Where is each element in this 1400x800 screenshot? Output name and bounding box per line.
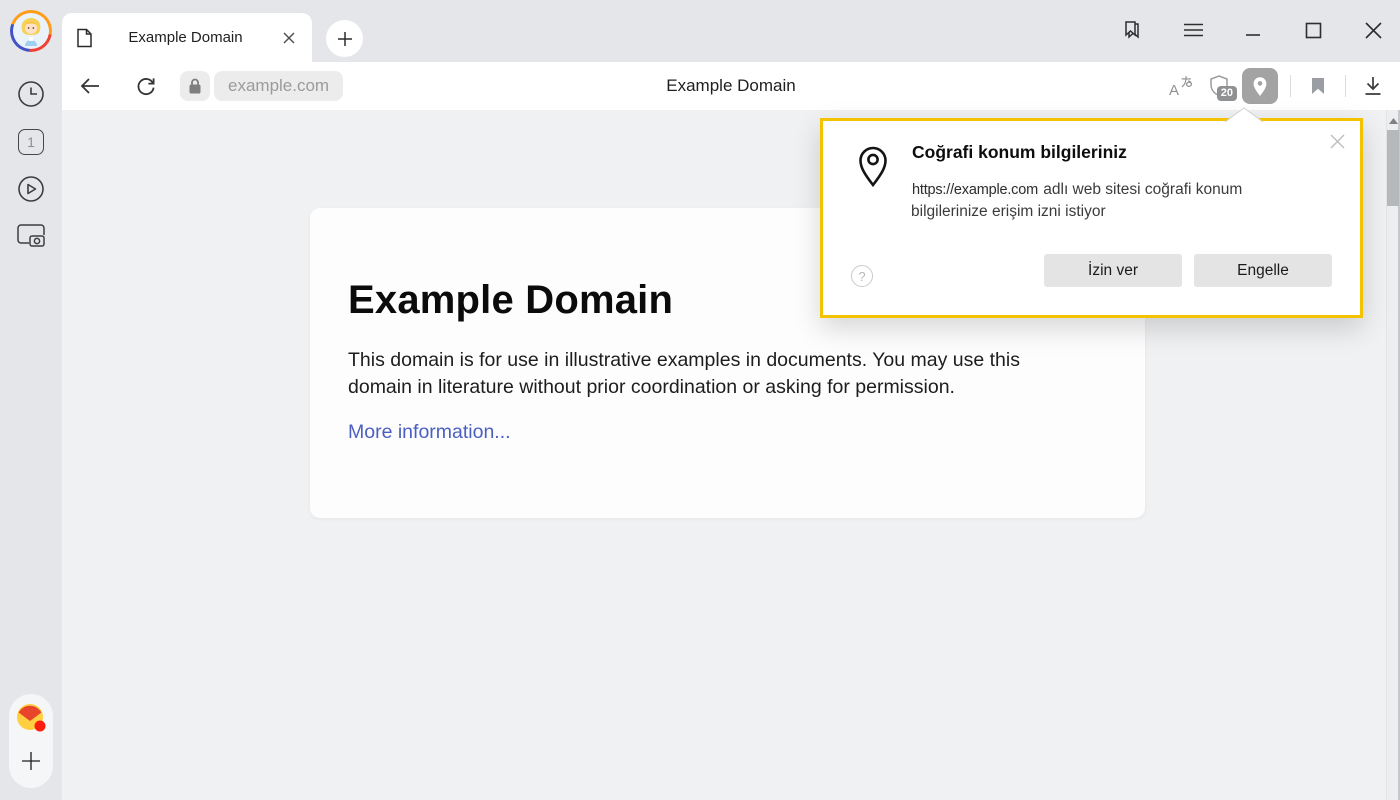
geolocation-icon[interactable]	[1242, 68, 1278, 104]
back-button[interactable]	[72, 68, 108, 104]
reload-button[interactable]	[128, 68, 164, 104]
toolbar-right-icons: A 20	[1162, 62, 1392, 110]
tab-groups-icon[interactable]	[1120, 17, 1146, 43]
allow-button[interactable]: İzin ver	[1044, 254, 1182, 287]
page-title[interactable]: Example Domain	[666, 76, 795, 96]
screenshot-icon[interactable]	[15, 219, 47, 251]
popup-message: https://example.com adlı web sitesi coğr…	[911, 179, 1293, 223]
page-icon	[76, 28, 93, 48]
site-security-lock-icon[interactable]	[180, 71, 210, 101]
location-pin-icon	[853, 141, 893, 189]
popup-title: Coğrafi konum bilgileriniz	[912, 142, 1127, 163]
popup-origin: https://example.com	[911, 182, 1039, 198]
new-tab-button[interactable]	[326, 20, 363, 57]
help-icon[interactable]: ?	[851, 265, 873, 287]
scrollbar-up-arrow[interactable]	[1387, 114, 1399, 128]
page-scrollbar[interactable]	[1386, 110, 1400, 800]
page-paragraph: This domain is for use in illustrative e…	[348, 347, 1054, 401]
avatar-image	[13, 13, 49, 49]
popup-close-icon[interactable]	[1327, 131, 1347, 151]
address-bar[interactable]: example.com	[214, 71, 343, 101]
tab-close-icon[interactable]	[278, 27, 300, 49]
toolbar-separator	[1345, 75, 1346, 97]
popup-caret	[1225, 107, 1263, 122]
block-button[interactable]: Engelle	[1194, 254, 1332, 287]
window-controls	[1120, 10, 1386, 50]
sidebar-dock	[9, 694, 53, 788]
minimize-button[interactable]	[1240, 17, 1266, 43]
sidebar: 1	[0, 62, 62, 800]
tab-strip: Example Domain	[0, 0, 1400, 62]
toolbar: example.com Example Domain A 20	[62, 62, 1400, 110]
close-window-button[interactable]	[1360, 17, 1386, 43]
profile-avatar[interactable]	[10, 10, 52, 52]
tab-title: Example Domain	[93, 29, 278, 46]
maximize-button[interactable]	[1300, 17, 1326, 43]
bookmark-icon[interactable]	[1299, 67, 1337, 105]
sidebar-add-icon[interactable]	[20, 750, 42, 772]
history-icon[interactable]	[15, 78, 47, 110]
more-information-link[interactable]: More information...	[348, 421, 511, 444]
toolbar-separator	[1290, 75, 1291, 97]
download-icon[interactable]	[1354, 67, 1392, 105]
yandex-mail-icon[interactable]	[15, 702, 47, 734]
geolocation-permission-popup: Coğrafi konum bilgileriniz https://examp…	[820, 118, 1363, 318]
media-play-icon[interactable]	[15, 173, 47, 205]
translate-icon[interactable]: A	[1162, 67, 1200, 105]
browser-tab[interactable]: Example Domain	[62, 13, 312, 62]
menu-icon[interactable]	[1180, 17, 1206, 43]
scrollbar-thumb[interactable]	[1387, 130, 1399, 206]
tab-counter-icon[interactable]: 1	[15, 126, 47, 158]
protect-shield-icon[interactable]: 20	[1200, 67, 1238, 105]
tab-counter-value: 1	[27, 134, 35, 150]
shield-badge-count: 20	[1217, 86, 1237, 101]
address-url: example.com	[228, 76, 329, 96]
browser-window: Example Domain	[0, 0, 1400, 800]
